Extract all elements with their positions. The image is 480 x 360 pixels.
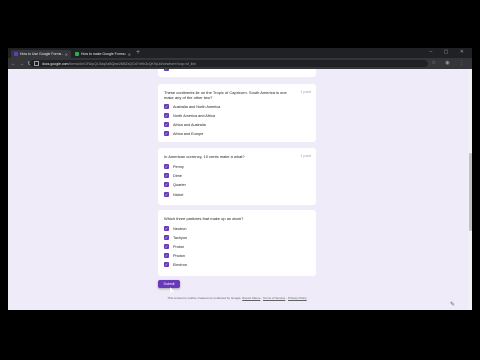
option-row[interactable]: ✓ Dime: [164, 173, 182, 178]
report-abuse-link[interactable]: Report Abuse: [242, 296, 260, 300]
checkbox-checked-icon[interactable]: ✓: [164, 244, 169, 249]
points-label: 1 point: [300, 90, 311, 94]
explore-icon[interactable]: ✎: [450, 301, 458, 309]
option-row[interactable]: ✓ Nickel: [164, 192, 183, 197]
scrollbar[interactable]: [468, 69, 472, 310]
scrollbar-thumb[interactable]: [468, 153, 472, 231]
checkbox-checked-icon[interactable]: ✓: [164, 235, 169, 240]
forward-icon[interactable]: →: [19, 61, 24, 67]
option-row[interactable]: ✓ Photon: [164, 253, 185, 258]
close-tab-icon[interactable]: ✕: [128, 52, 131, 57]
option-label: Electron: [173, 262, 187, 267]
checkbox-checked-icon[interactable]: ✓: [164, 226, 169, 231]
option-row[interactable]: ✓ Africa and Australia: [164, 122, 206, 127]
tab-title: How to Use Google Forms - Go...: [20, 52, 63, 56]
checkbox-checked-icon[interactable]: ✓: [164, 113, 169, 118]
question-text: Which three particles that make up an at…: [164, 216, 244, 221]
url-domain: docs.google.com: [42, 61, 69, 66]
footer-text: This content is neither created nor endo…: [167, 296, 242, 300]
new-tab-button[interactable]: +: [136, 49, 140, 56]
option-row[interactable]: ✓ North America and Africa: [164, 113, 215, 118]
form-viewport: ✓ These continents lie on the Tropic of …: [8, 69, 472, 310]
checkbox-checked-icon[interactable]: ✓: [164, 173, 169, 178]
option-row[interactable]: ✓ Australia and North America: [164, 104, 220, 109]
url-path: /forms/d/e/1FAIpQLSdqXaBQwe2k8tZxQGd7nHh…: [68, 61, 196, 66]
question-card-previous: ✓: [158, 69, 316, 77]
option-row[interactable]: ✓ Proton: [164, 244, 184, 249]
option-row[interactable]: ✓ Neutron: [164, 226, 187, 231]
browser-toolbar: ← → ↻ docs.google.com/forms/d/e/1FAIpQLS…: [8, 58, 472, 69]
option-label: Quarter: [173, 182, 186, 187]
checkbox-checked-icon[interactable]: ✓: [164, 262, 169, 267]
terms-link[interactable]: Terms of Service: [263, 296, 285, 300]
option-label: Tachyon: [173, 235, 188, 240]
option-row[interactable]: ✓: [164, 69, 173, 71]
question-text: In American currency, 10 cents make a wh…: [164, 154, 245, 159]
question-card-1: These continents lie on the Tropic of Ca…: [158, 84, 316, 142]
option-row[interactable]: ✓ Tachyon: [164, 235, 187, 240]
tab-bar: How to Use Google Forms - Go... ✕ How to…: [8, 48, 472, 58]
forms-favicon-icon: [14, 52, 18, 56]
option-label: Penny: [173, 164, 184, 169]
option-row[interactable]: ✓ Quarter: [164, 182, 186, 187]
option-label: Africa and Europe: [173, 131, 204, 136]
tab-title: How to make Google Forms quiz...: [81, 52, 126, 56]
address-bar[interactable]: docs.google.com/forms/d/e/1FAIpQLSdqXaBQ…: [30, 60, 428, 67]
option-label: Neutron: [173, 226, 187, 231]
tab-active[interactable]: How to Use Google Forms - Go... ✕: [11, 50, 71, 58]
browser-window: How to Use Google Forms - Go... ✕ How to…: [8, 48, 472, 310]
option-label: North America and Africa: [173, 113, 215, 118]
tab-inactive[interactable]: How to make Google Forms quiz... ✕: [72, 50, 134, 58]
question-card-2: In American currency, 10 cents make a wh…: [158, 148, 316, 205]
url-text: docs.google.com/forms/d/e/1FAIpQLSdqXaBQ…: [42, 62, 196, 66]
privacy-link[interactable]: Privacy Policy: [288, 296, 307, 300]
checkbox-checked-icon[interactable]: ✓: [164, 182, 169, 187]
option-label: Africa and Australia: [173, 122, 206, 127]
checkbox-checked-icon[interactable]: ✓: [164, 253, 169, 258]
option-label: Proton: [173, 244, 185, 249]
toolbar-icons[interactable]: ☆ ◉ ⋮: [431, 60, 468, 66]
lock-icon: [34, 61, 39, 66]
checkbox-checked-icon[interactable]: ✓: [164, 131, 169, 136]
back-icon[interactable]: ←: [11, 61, 16, 67]
question-text: These continents lie on the Tropic of Ca…: [164, 90, 287, 100]
form-footer: This content is neither created nor endo…: [167, 296, 307, 300]
checkbox-checked-icon[interactable]: ✓: [164, 69, 169, 71]
question-card-3: Which three particles that make up an at…: [158, 210, 316, 276]
option-row[interactable]: ✓ Africa and Europe: [164, 131, 203, 136]
window-controls[interactable]: – ▢ ✕: [430, 49, 469, 55]
checkbox-checked-icon[interactable]: ✓: [164, 164, 169, 169]
close-tab-icon[interactable]: ✕: [65, 52, 68, 57]
checkbox-checked-icon[interactable]: ✓: [164, 104, 169, 109]
option-label: Nickel: [173, 192, 184, 197]
checkbox-checked-icon[interactable]: ✓: [164, 192, 169, 197]
option-label: Photon: [173, 253, 186, 258]
checkbox-checked-icon[interactable]: ✓: [164, 122, 169, 127]
sheets-favicon-icon: [75, 52, 79, 56]
option-row[interactable]: ✓ Electron: [164, 262, 187, 267]
points-label: 1 point: [300, 154, 311, 158]
option-row[interactable]: ✓ Penny: [164, 164, 184, 169]
option-label: Dime: [173, 173, 182, 178]
option-label: Australia and North America: [173, 104, 221, 109]
